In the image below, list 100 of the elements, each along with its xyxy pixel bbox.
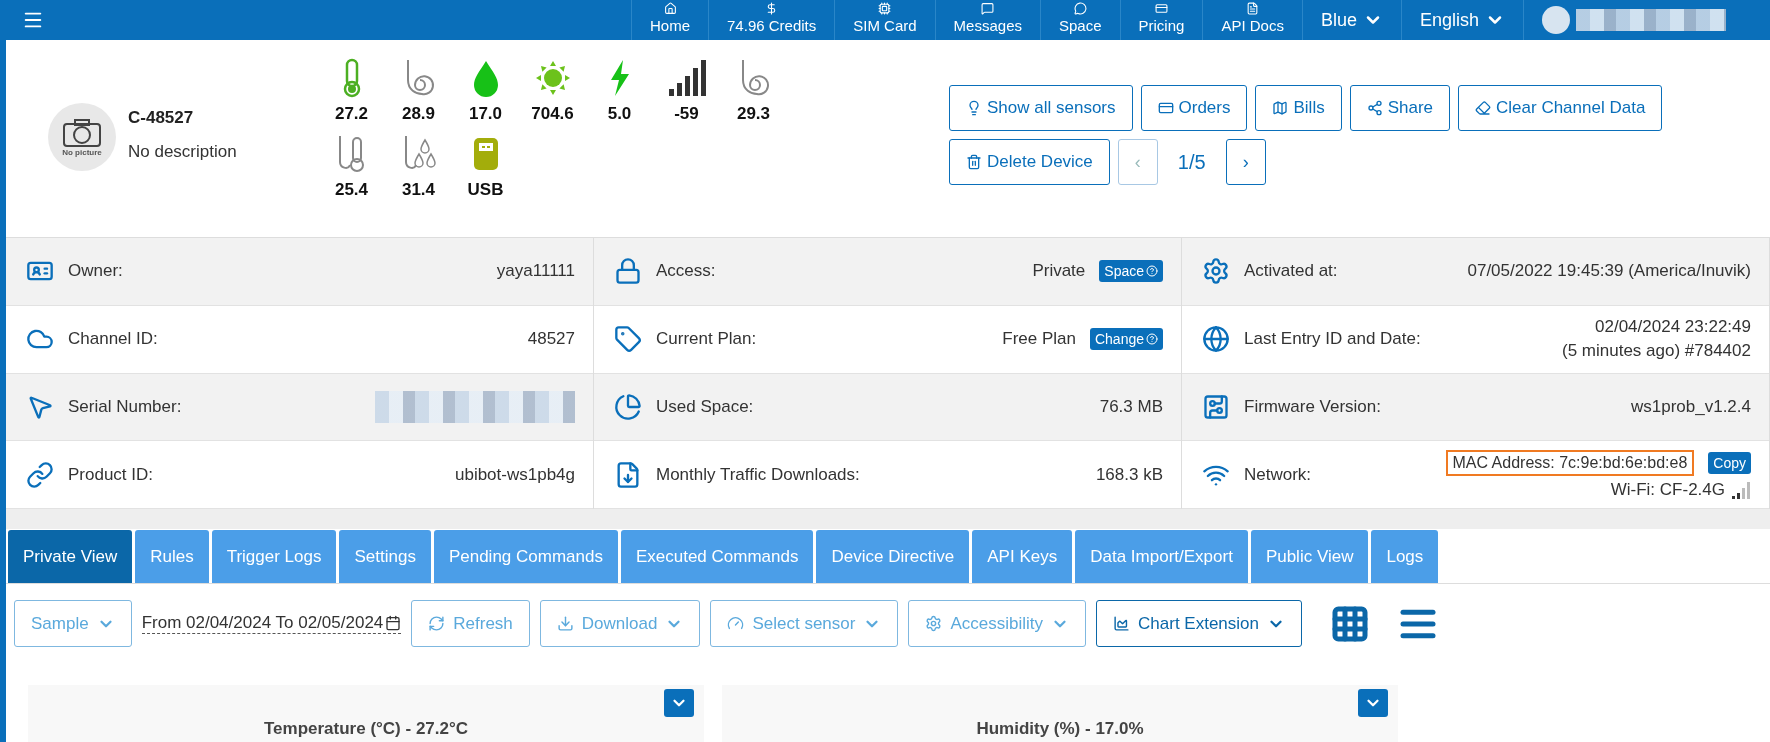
tab[interactable]: Trigger Logs (211, 530, 337, 583)
signal-icon (1731, 479, 1751, 500)
tab[interactable]: Private View (8, 530, 133, 583)
avatar-label: No picture (62, 147, 102, 157)
tab[interactable]: Rules (135, 530, 209, 583)
nav-icon (1154, 2, 1168, 15)
user-avatar[interactable] (1542, 6, 1570, 34)
device-description: No description (128, 142, 238, 162)
toolbar-button[interactable]: Chart Extension (1096, 600, 1302, 647)
info-value: 168.3 kB (1095, 464, 1163, 485)
card-icon (1157, 100, 1174, 116)
pie-chart-icon (614, 392, 642, 421)
info-label: Activated at: (1244, 261, 1339, 282)
chart-title: Temperature (°C) - 27.2°C (263, 719, 469, 740)
tab[interactable]: Data Import/Export (1075, 530, 1248, 583)
action-button[interactable]: Delete Device (949, 139, 1110, 185)
nav-icon (1073, 2, 1087, 15)
info-label: Used Space: (656, 396, 755, 417)
tab[interactable]: Settings (339, 530, 431, 583)
map-icon (1272, 100, 1289, 116)
info-label: Network: (1244, 464, 1313, 485)
lock-icon (614, 257, 642, 286)
globe-icon (1202, 325, 1230, 354)
chart-menu-button[interactable] (664, 689, 694, 717)
tab[interactable]: Device Directive (816, 530, 970, 583)
info-label: Owner: (68, 261, 124, 282)
trash-icon (966, 154, 982, 170)
chart-menu-button[interactable] (1358, 689, 1388, 717)
info-value: ws1prob_v1.2.4 (1630, 396, 1751, 417)
nav-item[interactable]: Home (631, 0, 709, 40)
sensor-value: 28.9 (401, 104, 436, 124)
info-value: 02/04/2024 23:22:49 (1595, 317, 1751, 338)
help-badge[interactable]: Space (1099, 260, 1163, 283)
tab[interactable]: Executed Commands (620, 530, 814, 583)
mac-address: MAC Address: 7c:9e:bd:6e:bd:e8 (1445, 449, 1695, 476)
copy-button[interactable]: Copy (1708, 451, 1751, 474)
help-icon (1146, 333, 1158, 346)
area-chart-icon (1113, 615, 1131, 632)
wifi-name: Wi-Fi: CF-2.4G (1610, 479, 1725, 500)
calendar-icon (385, 615, 402, 631)
nav-icon (663, 2, 677, 15)
chart-title: Humidity (%) - 17.0% (976, 719, 1144, 740)
sensor-value: 31.4 (401, 180, 436, 200)
signal-icon (666, 58, 707, 98)
settings-icon (925, 615, 943, 632)
nav-item[interactable]: SIM Card (834, 0, 935, 40)
link-icon (26, 460, 54, 489)
info-label: Firmware Version: (1244, 396, 1382, 417)
nav-icon (981, 2, 995, 15)
sample-dropdown[interactable]: Sample (14, 600, 132, 647)
nav-item[interactable]: Pricing (1119, 0, 1203, 40)
info-value: 48527 (527, 329, 575, 350)
tab[interactable]: Public View (1250, 530, 1369, 583)
nav-item[interactable]: 74.96 Credits (708, 0, 835, 40)
gauge-icon (727, 615, 745, 632)
action-button[interactable]: Orders (1140, 85, 1248, 131)
info-value: yaya11111 (496, 261, 575, 282)
sensor-value: 27.2 (334, 104, 369, 124)
info-value: Private (1032, 261, 1086, 282)
action-button[interactable]: Share (1349, 85, 1451, 131)
toolbar-button[interactable]: Select sensor (710, 600, 899, 647)
sensor-value: 25.4 (334, 180, 369, 200)
nav-item[interactable]: Messages (934, 0, 1040, 40)
info-label: Monthly Traffic Downloads: (656, 464, 861, 485)
nav-item[interactable]: Space (1040, 0, 1120, 40)
date-range-link[interactable]: From 02/04/2024 To 02/05/2024 (141, 613, 402, 634)
info-value: 76.3 MB (1099, 396, 1163, 417)
action-button[interactable]: Bills (1255, 85, 1342, 131)
action-button[interactable]: Clear Channel Data (1458, 85, 1663, 131)
info-label: Product ID: (68, 464, 155, 485)
refresh-icon (428, 615, 446, 632)
lightbulb-icon (966, 100, 982, 116)
info-label: Channel ID: (68, 329, 159, 350)
next-button[interactable]: › (1225, 139, 1266, 185)
tab[interactable]: API Keys (972, 530, 1073, 583)
nav-item[interactable]: API Docs (1202, 0, 1302, 40)
camera-icon (62, 117, 102, 148)
nav-dropdown[interactable]: Blue (1301, 0, 1401, 40)
toolbar-button[interactable]: Download (539, 600, 701, 647)
download-icon (556, 615, 574, 632)
help-icon (1146, 265, 1158, 278)
toolbar-button[interactable]: Accessibility (908, 600, 1087, 647)
settings-icon (1202, 257, 1230, 286)
info-label: Last Entry ID and Date: (1244, 329, 1422, 350)
sensor-value: 704.6 (531, 104, 574, 124)
sensor-value: 17.0 (468, 104, 503, 124)
nav-dropdown[interactable]: English (1400, 0, 1523, 40)
tab[interactable]: Logs (1371, 530, 1439, 583)
info-value: ubibot-ws1pb4g (454, 464, 575, 485)
tab[interactable]: Pending Commands (433, 530, 618, 583)
info-label: Access: (656, 261, 717, 282)
sensor-value: 29.3 (736, 104, 771, 124)
action-button[interactable]: Show all sensors (949, 85, 1133, 131)
help-badge[interactable]: Change (1089, 328, 1163, 351)
page-indicator: 1/5 (1176, 150, 1207, 174)
sensor-value: USB (467, 180, 504, 200)
share-icon (1366, 100, 1383, 116)
tag-icon (614, 325, 642, 354)
sensor-value: -59 (674, 104, 699, 124)
nav-icon (1246, 2, 1260, 15)
